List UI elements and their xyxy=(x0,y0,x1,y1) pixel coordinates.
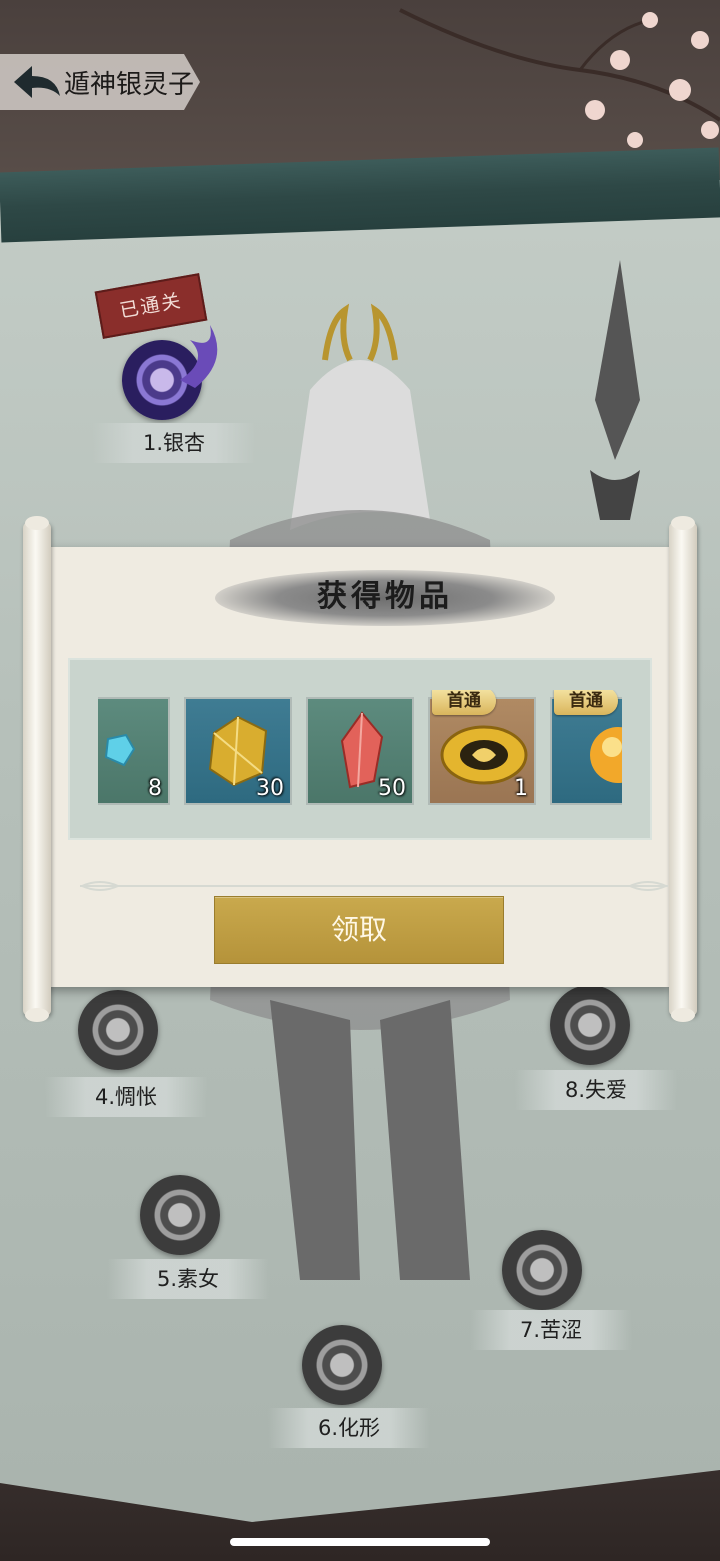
stage-label-6: 6.化形 xyxy=(268,1408,431,1448)
stage-label-7: 7.苦涩 xyxy=(470,1310,633,1350)
item-count: 1 xyxy=(514,776,528,801)
ornament-divider xyxy=(80,881,668,891)
claim-button[interactable]: 领取 xyxy=(214,896,504,964)
stage-node-8[interactable] xyxy=(540,975,640,1075)
home-indicator[interactable] xyxy=(230,1538,490,1546)
reward-items-list[interactable]: 8 30 50 1 首通 首通 xyxy=(98,690,622,820)
reward-item[interactable]: 30 xyxy=(184,697,292,805)
item-count: 50 xyxy=(378,776,406,801)
blossom-branch-decoration xyxy=(399,8,720,148)
dialog-scroll-rod-left xyxy=(23,516,51,1022)
reward-item[interactable]: 50 xyxy=(306,697,414,805)
stage-medallion xyxy=(140,1175,220,1255)
gold-orb-icon xyxy=(590,727,622,783)
stage-medallion xyxy=(78,990,158,1070)
page-title: 遁神银灵子 xyxy=(64,70,195,100)
stage-label-4: 4.惆怅 xyxy=(45,1077,208,1117)
stage-node-5[interactable] xyxy=(130,1165,230,1265)
first-clear-badge: 首通 xyxy=(554,690,618,715)
blue-gem-icon xyxy=(104,733,136,767)
stage-medallion xyxy=(302,1325,382,1405)
back-arrow-icon[interactable] xyxy=(12,62,62,102)
first-clear-badge: 首通 xyxy=(432,690,496,715)
stage-medallion xyxy=(502,1230,582,1310)
stage-label-8: 8.失爱 xyxy=(515,1070,678,1110)
stage-node-6[interactable] xyxy=(292,1315,392,1415)
flame-icon xyxy=(180,325,218,388)
stage-node-4[interactable] xyxy=(68,980,168,1080)
stage-label-5: 5.素女 xyxy=(107,1259,270,1299)
spear-illustration xyxy=(590,260,640,520)
stage-node-1[interactable] xyxy=(112,325,218,430)
stage-node-7[interactable] xyxy=(492,1220,592,1320)
item-count: 30 xyxy=(256,776,284,801)
dialog-title: 获得物品 xyxy=(317,579,453,614)
stage-label-1: 1.银杏 xyxy=(93,423,256,463)
dialog-scroll-rod-right xyxy=(669,516,697,1022)
item-count: 8 xyxy=(148,776,162,801)
reward-item[interactable]: 8 xyxy=(98,697,170,805)
stage-medallion xyxy=(550,985,630,1065)
